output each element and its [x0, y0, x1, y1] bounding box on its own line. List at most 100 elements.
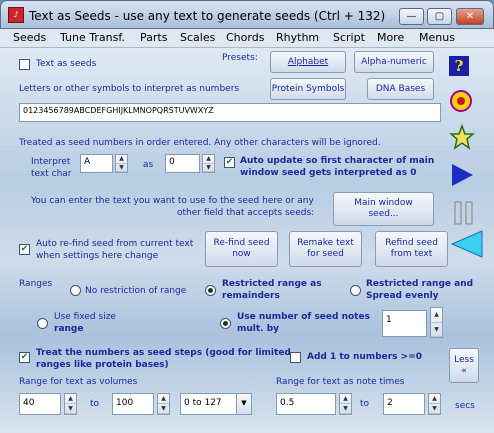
restricted-spread-radio[interactable] [350, 285, 361, 296]
menu-tune-transf[interactable]: Tune Transf. [60, 31, 125, 44]
ranges-label: Ranges [19, 279, 53, 289]
auto-refind-checkbox[interactable]: ✔ [19, 244, 30, 255]
refind-from-text-button[interactable]: Refind seed from text [375, 231, 448, 267]
menu-script[interactable]: Script [333, 31, 365, 44]
add-one-checkbox[interactable] [290, 352, 301, 363]
spin-up-icon[interactable]: ▲ [203, 155, 214, 164]
close-button[interactable]: ✕ [456, 8, 484, 25]
target-icon[interactable] [449, 89, 473, 113]
auto-update-label-line1: Auto update so first character of main [240, 156, 435, 166]
enter-text-line1: You can enter the text you want to use f… [31, 196, 314, 206]
mult-spinner[interactable]: ▲ ▼ [430, 307, 443, 338]
treat-numbers-line1: Treat the numbers as seed steps (good fo… [36, 348, 291, 358]
no-restriction-label: No restriction of range [85, 286, 187, 296]
treat-numbers-checkbox[interactable]: ✔ [19, 352, 30, 363]
menu-parts[interactable]: Parts [140, 31, 167, 44]
spin-down-icon[interactable]: ▼ [116, 164, 127, 172]
time-to-input[interactable]: 2 [383, 393, 425, 415]
less-line1: Less [454, 354, 474, 365]
text-as-seeds-label: Text as seeds [36, 59, 97, 69]
restricted-remainders-radio[interactable] [205, 285, 216, 296]
use-number-radio[interactable] [220, 318, 231, 329]
interpret-num-input[interactable]: 0 [165, 154, 200, 173]
spin-up-icon[interactable]: ▲ [116, 155, 127, 164]
use-number-line2: mult. by [237, 324, 280, 334]
interpret-char-input[interactable]: A [80, 154, 113, 173]
alphabet-button[interactable]: Alphabet [270, 51, 346, 73]
text-char-label: text char [31, 169, 72, 179]
volumes-label: Range for text as volumes [19, 377, 138, 387]
maximize-button[interactable]: ▢ [427, 8, 452, 25]
menu-scales[interactable]: Scales [180, 31, 215, 44]
remake-text-button[interactable]: Remake text for seed [289, 231, 362, 267]
spin-down-icon[interactable]: ▼ [158, 404, 169, 414]
restricted-remainders-line2: remainders [222, 291, 280, 301]
menu-chords[interactable]: Chords [226, 31, 264, 44]
title-bar[interactable]: ♪ Text as Seeds - use any text to genera… [0, 0, 494, 29]
less-button[interactable]: Less « [449, 348, 479, 383]
spin-down-icon[interactable]: ▼ [431, 323, 442, 337]
help-icon[interactable]: ? [449, 56, 469, 76]
minimize-button[interactable]: — [399, 8, 424, 25]
refind-now-button[interactable]: Re-find seed now [205, 231, 278, 267]
treated-note: Treated as seed numbers in order entered… [19, 138, 381, 148]
time-from-input[interactable]: 0.5 [276, 393, 336, 415]
time-to-label: to [360, 399, 370, 409]
auto-update-checkbox[interactable]: ✔ [224, 157, 235, 168]
menu-menus[interactable]: Menus [419, 31, 455, 44]
restricted-remainders-line1: Restricted range as [222, 279, 322, 289]
times-label: Range for text as note times [276, 377, 405, 387]
spin-down-icon[interactable]: ▼ [203, 164, 214, 172]
spin-up-icon[interactable]: ▲ [158, 394, 169, 404]
spin-up-icon[interactable]: ▲ [65, 394, 76, 404]
treat-numbers-line2: ranges like protein bases) [36, 360, 169, 370]
no-restriction-radio[interactable] [70, 285, 81, 296]
star-icon[interactable] [449, 124, 475, 150]
secs-label: secs [455, 401, 475, 411]
auto-update-label-line2: window seed gets interpreted as 0 [240, 168, 417, 178]
auto-refind-line2: when settings here change [36, 251, 159, 261]
volume-to-input[interactable]: 100 [112, 393, 154, 415]
app-icon[interactable]: ♪ [8, 7, 24, 23]
spin-up-icon[interactable]: ▲ [431, 308, 442, 323]
volume-preset-value: 0 to 127 [184, 398, 222, 408]
pause-icon[interactable] [452, 200, 476, 226]
fixed-size-radio[interactable] [37, 318, 48, 329]
volume-preset-select[interactable]: 0 to 127 ▼ [180, 393, 252, 415]
window-title: Text as Seeds - use any text to generate… [29, 9, 386, 23]
refind-now-line1: Re-find seed [213, 238, 270, 248]
volume-from-input[interactable]: 40 [19, 393, 61, 415]
time-to-spinner[interactable]: ▲ ▼ [428, 393, 441, 415]
menu-bar: Seeds Tune Transf. Parts Scales Chords R… [0, 29, 494, 48]
volume-from-spinner[interactable]: ▲ ▼ [64, 393, 77, 415]
interpret-char-spinner[interactable]: ▲ ▼ [115, 154, 128, 173]
menu-seeds[interactable]: Seeds [13, 31, 46, 44]
refind-from-text-line2: from text [390, 249, 433, 259]
spin-up-icon[interactable]: ▲ [340, 394, 351, 404]
mult-input[interactable]: 1 [382, 310, 427, 337]
time-from-spinner[interactable]: ▲ ▼ [339, 393, 352, 415]
text-as-seeds-checkbox[interactable] [19, 59, 30, 70]
menu-more[interactable]: More [377, 31, 404, 44]
main-window-seed-line2: seed... [368, 209, 399, 219]
alpha-numeric-button[interactable]: Alpha-numeric [354, 51, 434, 73]
dna-bases-button[interactable]: DNA Bases [367, 78, 434, 100]
interpret-num-spinner[interactable]: ▲ ▼ [202, 154, 215, 173]
chevron-down-icon[interactable]: ▼ [236, 394, 251, 414]
play-icon[interactable] [449, 162, 475, 188]
refind-now-line2: now [232, 249, 251, 259]
spin-up-icon[interactable]: ▲ [429, 394, 440, 404]
protein-symbols-button[interactable]: Protein Symbols [270, 78, 346, 100]
presets-label: Presets: [222, 53, 258, 63]
volume-to-spinner[interactable]: ▲ ▼ [157, 393, 170, 415]
spin-down-icon[interactable]: ▼ [340, 404, 351, 414]
spin-down-icon[interactable]: ▼ [429, 404, 440, 414]
rewind-icon[interactable] [450, 229, 484, 259]
fixed-size-line2: range [54, 324, 84, 334]
symbols-input[interactable]: 0123456789ABCDEFGHIJKLMNOPQRSTUVWXYZ [19, 103, 441, 122]
menu-rhythm[interactable]: Rhythm [276, 31, 319, 44]
main-window-seed-line1: Main window [354, 198, 413, 208]
as-label: as [143, 160, 154, 170]
main-window-seed-button[interactable]: Main window seed... [333, 192, 434, 226]
spin-down-icon[interactable]: ▼ [65, 404, 76, 414]
